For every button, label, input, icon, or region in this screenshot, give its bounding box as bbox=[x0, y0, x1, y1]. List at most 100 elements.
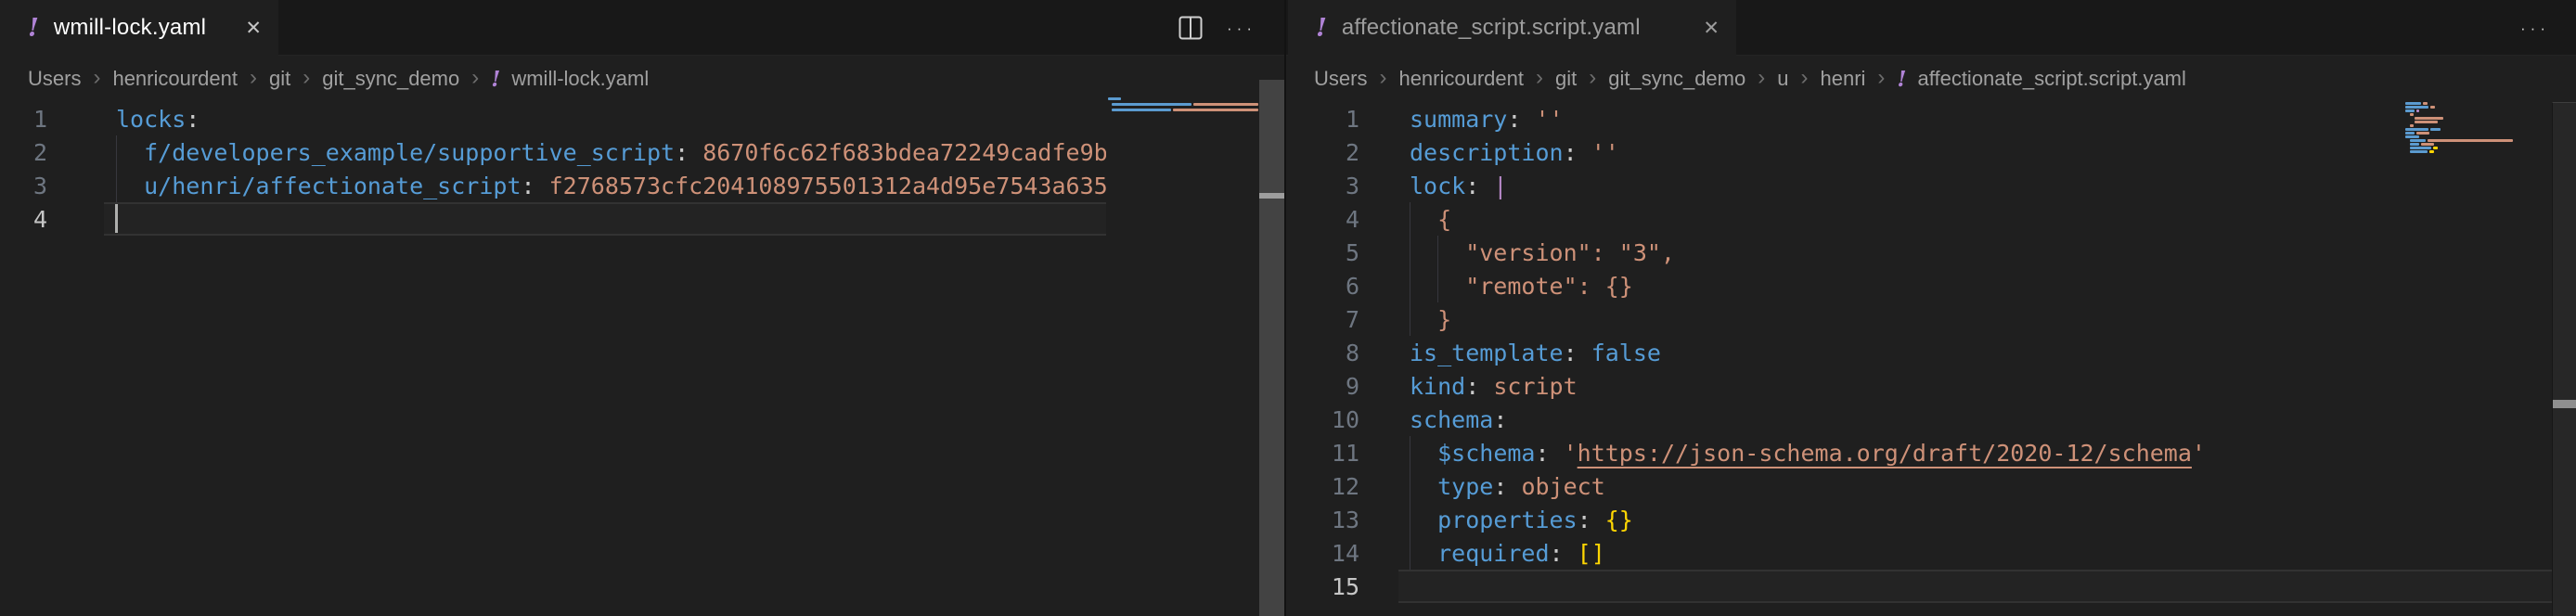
code-token: object bbox=[1521, 473, 1604, 500]
scrollbar[interactable] bbox=[1259, 80, 1284, 616]
code-line[interactable]: "remote": {} bbox=[1286, 269, 2552, 302]
tab-bar: ! affectionate_script.script.yaml ✕ ··· bbox=[1286, 0, 2576, 56]
breadcrumb-item[interactable]: git bbox=[269, 67, 290, 91]
code-text: locks: bbox=[116, 102, 200, 135]
code-line[interactable]: lock: | bbox=[1286, 169, 2552, 202]
code-token bbox=[1564, 540, 1578, 567]
minimap-line bbox=[2429, 150, 2434, 153]
code-line[interactable]: description: '' bbox=[1286, 135, 2552, 169]
tab-label: affectionate_script.script.yaml bbox=[1342, 15, 1641, 41]
code-token: https://json-schema.org/draft/2020-12/sc… bbox=[1578, 440, 2192, 467]
code-line[interactable]: } bbox=[1286, 302, 2552, 336]
code-token bbox=[1410, 440, 1437, 467]
code-token bbox=[116, 173, 144, 199]
code-line[interactable]: summary: '' bbox=[1286, 102, 2552, 135]
code-editor[interactable]: 1locks:2 f/developers_example/supportive… bbox=[0, 102, 1106, 616]
breadcrumb-item[interactable]: git bbox=[1555, 67, 1577, 91]
breadcrumb-separator-icon: › bbox=[1536, 67, 1543, 89]
code-line[interactable]: { bbox=[1286, 202, 2552, 236]
split-editor-icon[interactable] bbox=[1177, 14, 1204, 42]
code-text: required: [] bbox=[1410, 536, 1605, 570]
breadcrumb-item[interactable]: git_sync_demo bbox=[322, 67, 459, 91]
code-line[interactable]: schema: bbox=[1286, 403, 2552, 436]
code-token: : bbox=[1465, 373, 1479, 400]
code-text: $schema: 'https://json-schema.org/draft/… bbox=[1410, 436, 2206, 469]
breadcrumb-file[interactable]: affectionate_script.script.yaml bbox=[1918, 67, 2186, 91]
code-token: : bbox=[1564, 139, 1578, 166]
code-line[interactable]: "version": "3", bbox=[1286, 236, 2552, 269]
tab-label: wmill-lock.yaml bbox=[54, 15, 206, 41]
minimap-line bbox=[2405, 106, 2428, 109]
minimap-line bbox=[2410, 150, 2428, 153]
breadcrumb-separator-icon: › bbox=[1379, 67, 1386, 89]
code-token: [] bbox=[1578, 540, 1605, 567]
cursor-position-marker bbox=[1259, 193, 1284, 199]
scrollbar[interactable] bbox=[2552, 102, 2576, 616]
minimap-line bbox=[2430, 106, 2435, 109]
minimap-line bbox=[2421, 143, 2434, 146]
breadcrumb: Users›henricourdent›git›git_sync_demo›u›… bbox=[1286, 56, 2576, 102]
code-line[interactable]: u/henri/affectionate_script: f2768573cfc… bbox=[0, 169, 1106, 202]
breadcrumb-separator-icon: › bbox=[250, 67, 257, 89]
tab-wmill-lock-yaml[interactable]: ! wmill-lock.yaml ✕ bbox=[0, 0, 278, 56]
breadcrumb-file[interactable]: wmill-lock.yaml bbox=[511, 67, 649, 91]
breadcrumb-item[interactable]: henri bbox=[1820, 67, 1865, 91]
code-text: kind: script bbox=[1410, 369, 1578, 403]
code-token bbox=[1479, 173, 1493, 199]
code-text: { bbox=[1410, 202, 1451, 236]
code-token: locks bbox=[116, 106, 186, 133]
code-line[interactable]: locks: bbox=[0, 102, 1106, 135]
code-line[interactable]: is_template: false bbox=[1286, 336, 2552, 369]
breadcrumb-item[interactable]: Users bbox=[28, 67, 81, 91]
tab-affectionate-script-yaml[interactable]: ! affectionate_script.script.yaml ✕ bbox=[1288, 0, 1736, 56]
yaml-warning-file-icon: ! bbox=[491, 67, 500, 92]
minimap-line bbox=[2410, 124, 2414, 127]
more-actions-icon[interactable]: ··· bbox=[1227, 20, 1256, 36]
code-token: f2768573cfc204108975501312a4d95e7543a635… bbox=[549, 173, 1106, 199]
breadcrumb-item[interactable]: henricourdent bbox=[1398, 67, 1524, 91]
breadcrumb-separator-icon: › bbox=[1877, 67, 1885, 89]
cursor-position-marker bbox=[2553, 400, 2576, 408]
code-token: : bbox=[186, 106, 200, 133]
code-editor[interactable]: 1summary: ''2description: ''3lock: |4 {5… bbox=[1286, 102, 2552, 616]
code-token: false bbox=[1591, 340, 1661, 366]
code-text: u/henri/affectionate_script: f2768573cfc… bbox=[116, 169, 1106, 202]
minimap-line bbox=[2430, 128, 2441, 131]
code-token bbox=[1591, 507, 1605, 533]
yaml-warning-file-icon: ! bbox=[1316, 16, 1327, 41]
breadcrumb-item[interactable]: git_sync_demo bbox=[1608, 67, 1745, 91]
code-token: : bbox=[1578, 507, 1591, 533]
code-line[interactable]: type: object bbox=[1286, 469, 2552, 503]
code-line[interactable]: required: [] bbox=[1286, 536, 2552, 570]
code-token: is_template bbox=[1410, 340, 1564, 366]
minimap-line bbox=[1112, 103, 1191, 106]
code-text: } bbox=[1410, 302, 1451, 336]
code-token: required bbox=[1437, 540, 1549, 567]
breadcrumb-item[interactable]: henricourdent bbox=[112, 67, 238, 91]
tab-close-icon[interactable]: ✕ bbox=[225, 17, 262, 40]
code-token: : bbox=[1465, 173, 1479, 199]
minimap-line bbox=[2415, 121, 2438, 123]
breadcrumb: Users›henricourdent›git›git_sync_demo›!w… bbox=[0, 56, 1284, 102]
code-line[interactable]: $schema: 'https://json-schema.org/draft/… bbox=[1286, 436, 2552, 469]
code-line[interactable]: f/developers_example/supportive_script: … bbox=[0, 135, 1106, 169]
tab-close-icon[interactable]: ✕ bbox=[1682, 17, 1719, 40]
code-token bbox=[1410, 507, 1437, 533]
code-text: type: object bbox=[1410, 469, 1605, 503]
code-token: : bbox=[1507, 106, 1521, 133]
breadcrumb-item[interactable]: u bbox=[1777, 67, 1788, 91]
code-line[interactable]: properties: {} bbox=[1286, 503, 2552, 536]
breadcrumb-separator-icon: › bbox=[1758, 67, 1765, 89]
code-token bbox=[1578, 340, 1591, 366]
breadcrumb-item[interactable]: Users bbox=[1314, 67, 1367, 91]
minimap-line bbox=[2410, 139, 2426, 142]
code-token bbox=[116, 139, 144, 166]
code-token: : bbox=[1493, 473, 1507, 500]
code-line[interactable]: kind: script bbox=[1286, 369, 2552, 403]
more-actions-icon[interactable]: ··· bbox=[2520, 20, 2550, 36]
minimap-line bbox=[2410, 113, 2414, 116]
minimap-line bbox=[2433, 147, 2438, 149]
code-line[interactable] bbox=[1286, 570, 2552, 603]
code-token: : bbox=[1493, 406, 1507, 433]
code-line[interactable] bbox=[0, 202, 1106, 236]
